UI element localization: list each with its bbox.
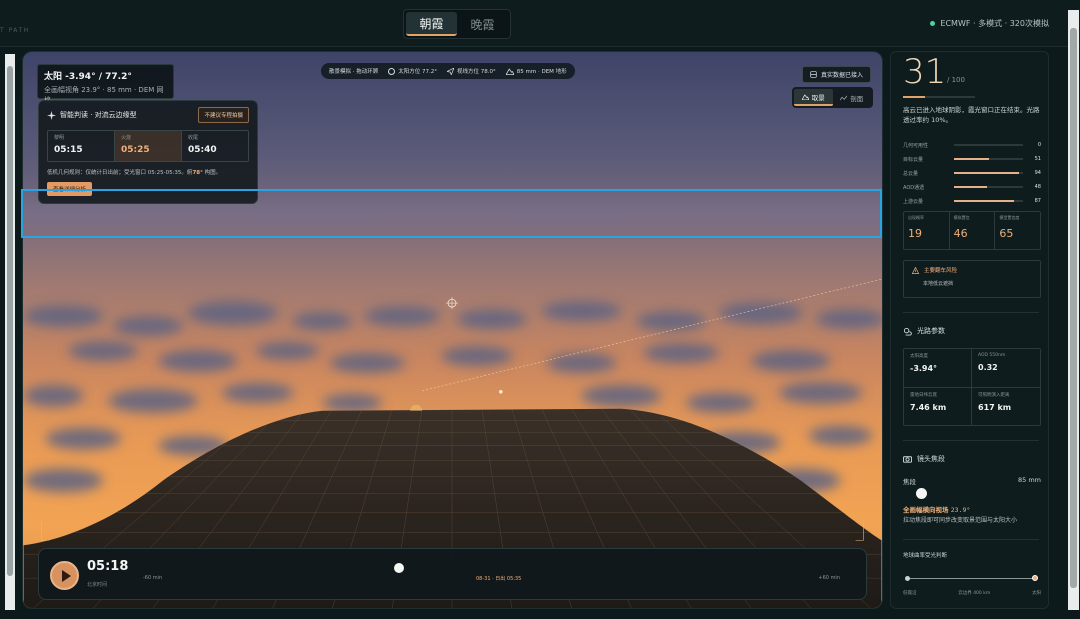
compass-icon [388, 67, 396, 75]
prob-cell: 模型置信度 65 [999, 215, 1020, 240]
timeline-end-label: +60 min [818, 575, 840, 581]
play-icon [61, 569, 71, 582]
metric-row: 目标云量 51 [903, 156, 1041, 163]
analysis-panel: 31 / 100 高云已进入地球阴影，霞光窗口正在结束。光路透过率约 10%。 … [890, 51, 1049, 609]
weather-icon [903, 327, 912, 336]
mode-tabs: 朝霞 晚霞 [403, 9, 511, 39]
metric-list: 几何可用性 0 目标云量 51 总云量 94 AOD通透 48 上游云量 87 [903, 138, 1041, 208]
param-cell: 太阳高度 -3.94° [904, 349, 972, 388]
focal-length-slider-handle[interactable] [916, 488, 927, 499]
brand-text: T PATH [0, 27, 30, 34]
mode-pill: 散景模拟 · 拖动环顾 [329, 69, 379, 75]
mountain-icon [801, 93, 809, 100]
light-path-params: 太阳高度 -3.94° AOD 550nm 0.32 雷地日纬云底 7.46 km 可… [903, 348, 1041, 426]
sun-position-title: 太阳 -3.94° / 77.2° [44, 72, 132, 82]
top-bar: T PATH 朝霞 晚霞 ECMWF · 多模式 · 320次模拟 [0, 0, 1080, 47]
score-value: 31 [903, 52, 947, 92]
recommendation-tag[interactable]: 不建议专程拍摄 [198, 107, 249, 123]
timeline-start-label: -60 min [143, 575, 163, 581]
risk-title-row: 主要翻车风险 [912, 266, 1032, 274]
tab-evening-glow[interactable]: 晚霞 [457, 12, 508, 36]
real-data-button[interactable]: 真实数据已接入 [802, 66, 871, 83]
page-scrollbar[interactable] [1068, 10, 1079, 610]
lens-pill: 85 mm · DEM 地形 [505, 67, 567, 75]
metric-row: AOD通透 48 [903, 184, 1041, 191]
param-cell: AOD 550nm 0.32 [972, 349, 1040, 388]
param-cell: 雷地日纬云底 7.46 km [904, 387, 972, 425]
metric-row: 总云量 94 [903, 170, 1041, 177]
metric-row: 几何可用性 0 [903, 142, 1041, 149]
lens-section-title: 镜头焦段 [903, 454, 945, 464]
divider [903, 440, 1039, 441]
tab-profile[interactable]: 剖面 [833, 89, 872, 106]
model-info-text: ECMWF · 多模式 · 320次模拟 [940, 19, 1049, 28]
focal-length-row: 焦段 85 mm [903, 476, 1041, 486]
chart-line-icon [840, 95, 848, 100]
timeline-bar[interactable]: 05:18 北京时间 -60 min 08-31 · 日出 05:35 +60 … [38, 548, 867, 600]
curvature-title: 地球曲率受光判断 [903, 553, 948, 559]
page-scrollbar-thumb[interactable] [1070, 28, 1077, 588]
fov-highlight: 全画幅横向视场 23.9° [903, 506, 971, 514]
left-scrollbar[interactable] [5, 54, 15, 610]
probability-grid: 出现概率 19 模拟置信 46 模型置信度 65 [903, 211, 1041, 250]
play-button[interactable] [50, 561, 79, 590]
score-max: / 100 [947, 76, 965, 84]
sky-viewport[interactable]: 太阳 -3.94° / 77.2° 全画幅视角 23.9° · 85 mm · … [22, 51, 883, 609]
prediction-title: 智能判读 · 对流云边缘型 [60, 111, 137, 119]
curvature-labels: 低霞沿 云边界 400 km 太阳 [903, 591, 1041, 596]
time-cell-peak[interactable]: 火烧 05:25 [115, 131, 182, 161]
current-time: 05:18 [87, 559, 129, 574]
model-info: ECMWF · 多模式 · 320次模拟 [930, 18, 1049, 29]
view-azimuth-pill: 视线方位 78.0° [447, 67, 496, 75]
time-cell-dawn[interactable]: 黎明 05:15 [48, 131, 115, 161]
sunrise-label: 08-31 · 日出 05:35 [476, 576, 522, 582]
prediction-note: 低机几何规则：仅统计日出前；受光窗口 05:25-05:35。俯78° 构图。 [47, 170, 222, 176]
time-window-row: 黎明 05:15 火烧 05:25 收尾 05:40 [47, 130, 249, 162]
tab-framing[interactable]: 取景 [794, 89, 833, 106]
camera-icon [903, 456, 912, 463]
tab-morning-glow[interactable]: 朝霞 [406, 12, 457, 36]
status-dot-icon [930, 21, 936, 26]
sun-azimuth-pill: 太阳方位 77.2° [388, 67, 437, 75]
focal-description: 拉动焦段即可同步改变取景范围与太阳大小 [903, 517, 1018, 524]
risk-subtitle: 本地低云遮挡 [923, 281, 954, 287]
time-cell-end[interactable]: 收尾 05:40 [182, 131, 248, 161]
left-scrollbar-thumb[interactable] [7, 66, 13, 576]
score-description: 高云已进入地球阴影，霞光窗口正在结束。光路透过率约 10%。 [903, 106, 1040, 124]
sparkle-icon [47, 110, 56, 120]
score-progress [903, 96, 975, 98]
divider [903, 312, 1039, 313]
timezone-label: 北京时间 [87, 582, 108, 588]
score-progress-fill [903, 96, 926, 98]
metric-row: 上游云量 87 [903, 198, 1041, 205]
prob-cell: 模拟置信 46 [950, 212, 996, 249]
param-cell: 可照明演入距离 617 km [978, 392, 1012, 412]
risk-box: 主要翻车风险 本地低云遮挡 [903, 260, 1041, 298]
send-icon [447, 67, 454, 75]
curvature-start-marker [905, 576, 910, 581]
sun-position-box: 太阳 -3.94° / 77.2° 全画幅视角 23.9° · 85 mm · … [37, 64, 174, 104]
light-path-title: 光路参数 [903, 326, 945, 336]
prob-cell: 出现概率 19 [904, 212, 950, 249]
prediction-title-row: 智能判读 · 对流云边缘型 [47, 110, 137, 120]
database-icon [810, 71, 817, 78]
timeline-slider-handle[interactable] [394, 563, 404, 573]
view-info-pills: 散景模拟 · 拖动环顾 太阳方位 77.2° 视线方位 78.0° 85 mm … [321, 63, 575, 79]
view-toggle: 取景 剖面 [792, 87, 873, 108]
divider [903, 539, 1039, 540]
curvature-track [908, 578, 1035, 579]
curvature-sun-marker[interactable] [1032, 575, 1038, 581]
selection-highlight [21, 189, 882, 238]
warning-icon [912, 266, 919, 274]
mountain-icon [505, 67, 514, 75]
